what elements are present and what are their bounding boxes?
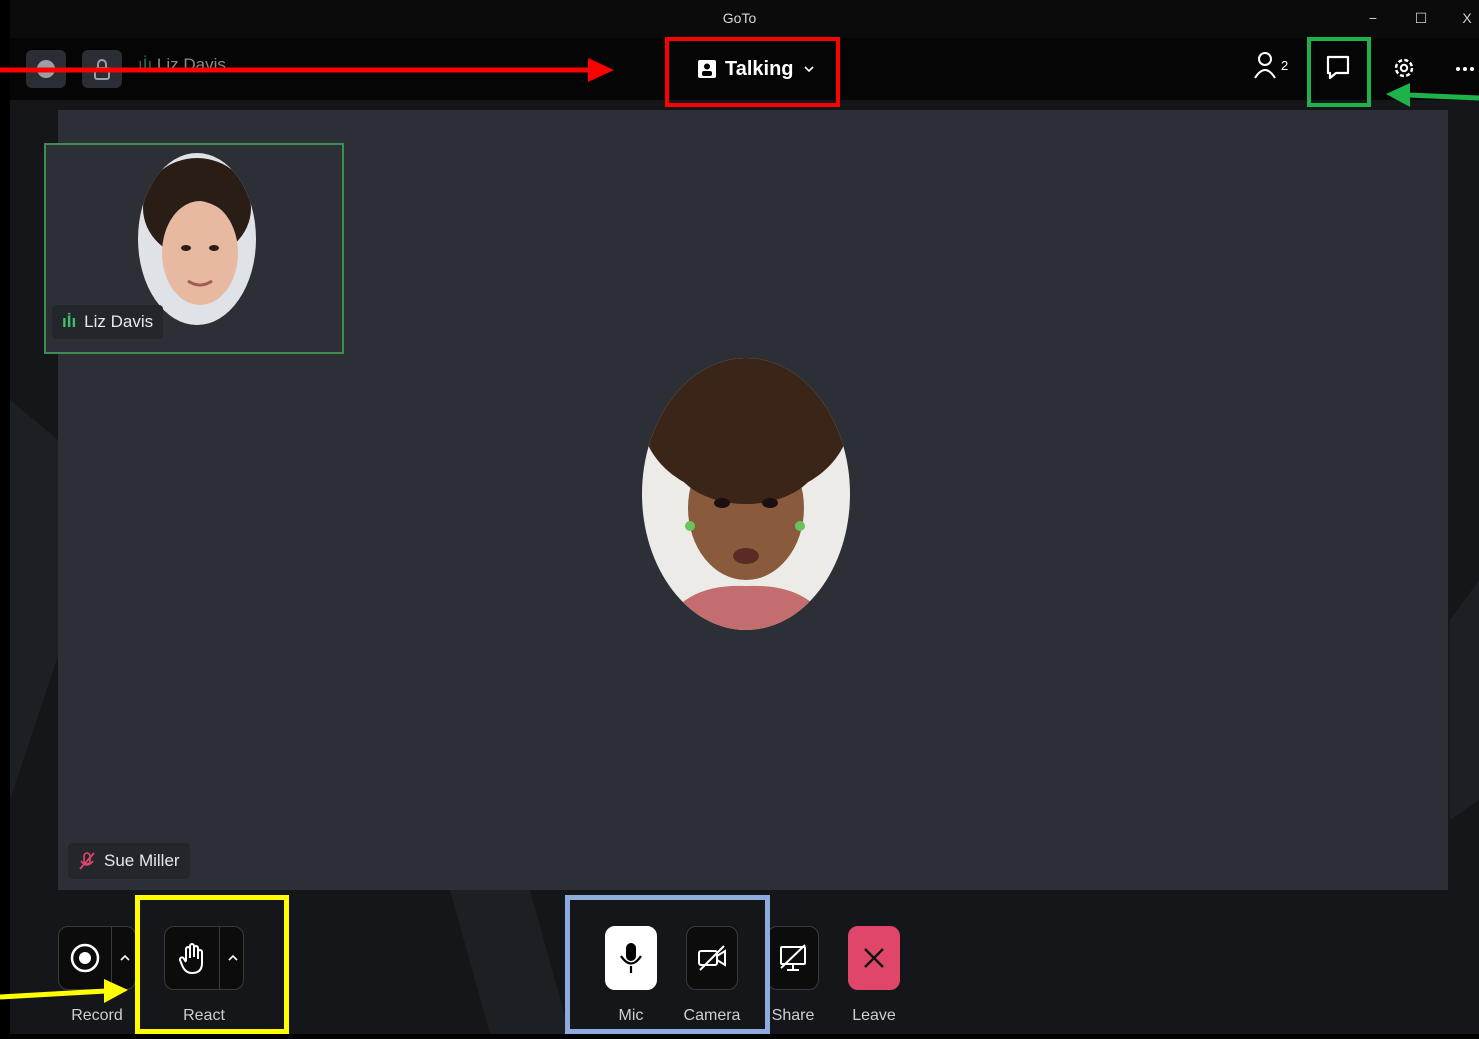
share-label: Share	[771, 1007, 815, 1024]
share-button[interactable]	[767, 926, 819, 990]
close-window-button[interactable]: X	[1455, 6, 1479, 30]
annotation-box-blue	[565, 895, 770, 1034]
more-icon	[1456, 67, 1474, 71]
settings-button[interactable]	[1388, 52, 1420, 84]
record-label: Record	[71, 1007, 123, 1024]
more-options-button[interactable]	[1452, 52, 1479, 84]
gear-icon	[1394, 58, 1414, 78]
person-icon	[1254, 52, 1276, 79]
participant-name-tag: ıİı Liz Davis	[52, 305, 164, 339]
participant-thumbnail[interactable]: ıİı Liz Davis	[44, 143, 344, 354]
annotation-box-green	[1307, 37, 1371, 107]
leave-button[interactable]	[848, 926, 900, 990]
thumbnail-avatar	[138, 153, 256, 325]
record-control	[58, 926, 136, 990]
maximize-button[interactable]: ☐	[1406, 6, 1436, 30]
participant-count: 2	[1281, 58, 1289, 73]
audio-level-icon: ıİı	[138, 55, 153, 74]
avatar	[642, 358, 850, 630]
chevron-up-icon	[119, 954, 130, 961]
close-icon	[864, 948, 884, 968]
audio-level-icon: ıİı	[62, 312, 77, 331]
mic-muted-icon	[79, 852, 95, 870]
annotation-box-red	[665, 37, 840, 107]
participant-avatar-main	[642, 358, 850, 630]
window-title: GoTo	[722, 10, 757, 26]
meeting-info-button[interactable]	[26, 50, 66, 88]
annotation-box-yellow	[135, 895, 289, 1034]
lock-icon	[94, 59, 110, 80]
share-off-icon	[780, 944, 806, 971]
minimize-button[interactable]: −	[1358, 6, 1388, 30]
active-speaker-label: ıİı Liz Davis	[138, 55, 226, 74]
lock-button[interactable]	[82, 50, 122, 88]
record-button[interactable]	[59, 927, 111, 989]
record-options-button[interactable]	[111, 927, 137, 989]
info-icon	[37, 60, 55, 78]
participant-name-tag-main: Sue Miller	[68, 843, 190, 879]
avatar	[138, 153, 256, 325]
participants-button[interactable]: 2	[1252, 50, 1288, 80]
leave-label: Leave	[852, 1007, 896, 1024]
record-icon	[70, 943, 100, 973]
